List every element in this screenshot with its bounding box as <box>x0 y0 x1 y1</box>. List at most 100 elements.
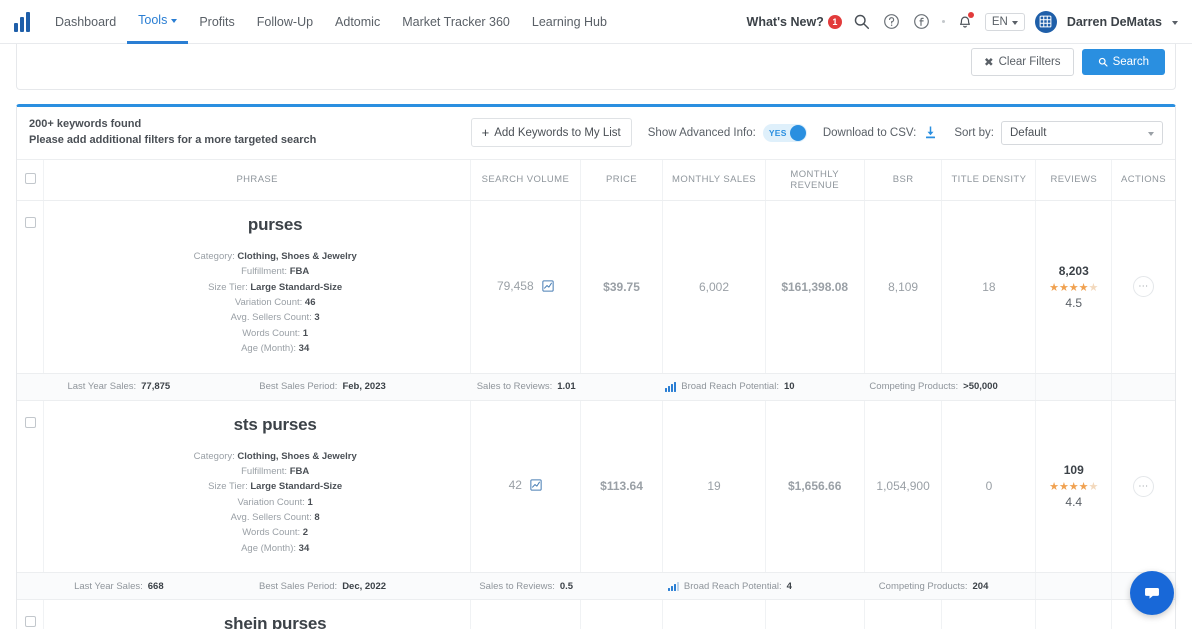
header-title-density[interactable]: TITLE DENSITY <box>942 160 1036 201</box>
monthly-sales-cell: 19 <box>663 400 765 573</box>
meta-value-category: Clothing, Shoes & Jewelry <box>237 251 356 262</box>
bar-chart-icon <box>665 382 676 392</box>
row-select-cell <box>17 400 44 573</box>
header-reviews[interactable]: REVIEWS <box>1036 160 1112 201</box>
clear-filters-button[interactable]: ✖ Clear Filters <box>971 48 1074 76</box>
add-keywords-label: Add Keywords to My List <box>494 127 621 139</box>
results-count: 200+ keywords found <box>29 118 141 130</box>
nav-label: Learning Hub <box>532 15 607 29</box>
row-checkbox[interactable] <box>25 417 36 428</box>
trend-chart-icon[interactable] <box>530 479 542 494</box>
row-actions-button[interactable]: ⋯ <box>1133 476 1154 497</box>
meta-value-avg-sellers: 8 <box>314 512 319 523</box>
meta-value-size-tier: Large Standard-Size <box>250 282 342 293</box>
subrow-spacer <box>1112 373 1175 400</box>
monthly-revenue-cell: $161,398.08 <box>765 200 864 373</box>
header-bsr[interactable]: BSR <box>864 160 942 201</box>
select-all-header <box>17 160 44 201</box>
meta-value-fulfillment: FBA <box>290 266 310 277</box>
subrow-label: Broad Reach Potential: <box>681 381 779 392</box>
whats-new-label: What's New? <box>747 15 824 29</box>
help-icon[interactable] <box>882 12 902 32</box>
reviews-cell: 109 ★★★★★ 4.4 <box>1036 400 1112 573</box>
nav-label: Market Tracker 360 <box>402 15 510 29</box>
subrow-label: Sales to Reviews: <box>479 581 555 592</box>
select-all-checkbox[interactable] <box>25 173 36 184</box>
nav-item-follow-up[interactable]: Follow-Up <box>246 0 324 44</box>
add-keywords-button[interactable]: + Add Keywords to My List <box>471 118 632 147</box>
search-icon <box>1098 57 1108 67</box>
meta-label-fulfillment: Fulfillment: <box>241 266 287 277</box>
search-volume-cell: 42 <box>471 400 580 573</box>
nav-item-learning-hub[interactable]: Learning Hub <box>521 0 618 44</box>
nav-item-tools[interactable]: Tools <box>127 0 188 44</box>
facebook-icon[interactable] <box>912 12 932 32</box>
results-panel: 200+ keywords found Please add additiona… <box>16 104 1176 629</box>
row-checkbox[interactable] <box>25 616 36 627</box>
monthly-revenue-cell: $76,561.21 <box>765 600 864 629</box>
nav-item-profits[interactable]: Profits <box>188 0 245 44</box>
meta-label-age: Age (Month): <box>241 343 296 354</box>
rating-stars: ★★★★★ <box>1037 480 1110 493</box>
actions-cell: ⋯ <box>1112 200 1175 373</box>
nav-label: Follow-Up <box>257 15 313 29</box>
nav-item-dashboard[interactable]: Dashboard <box>44 0 127 44</box>
notification-dot <box>968 12 974 18</box>
sort-select[interactable]: Default <box>1001 121 1163 145</box>
meta-label-avg-sellers: Avg. Sellers Count: <box>231 512 312 523</box>
search-volume-cell: 79,458 <box>471 200 580 373</box>
header-monthly-revenue[interactable]: MONTHLY REVENUE <box>765 160 864 201</box>
results-hint: Please add additional filters for a more… <box>29 134 316 146</box>
nav-item-market-tracker-360[interactable]: Market Tracker 360 <box>391 0 521 44</box>
search-button[interactable]: Search <box>1082 49 1165 75</box>
bsr-cell: 8,109 <box>864 200 942 373</box>
header-monthly-sales[interactable]: MONTHLY SALES <box>663 160 765 201</box>
phrase-cell: purses Category: Clothing, Shoes & Jewel… <box>44 200 471 373</box>
broad-reach-value: 4 <box>787 581 792 592</box>
user-menu-button[interactable]: Darren DeMatas <box>1067 15 1162 29</box>
subrow-label: Last Year Sales: <box>74 581 143 592</box>
advanced-info-toggle[interactable]: YES <box>763 124 807 142</box>
chevron-down-icon[interactable] <box>1172 21 1178 25</box>
header-price[interactable]: PRICE <box>580 160 663 201</box>
meta-value-fulfillment: FBA <box>290 466 310 477</box>
competing-products-metric: Competing Products:204 <box>832 581 1036 592</box>
competing-products-value: 204 <box>973 581 989 592</box>
nav-item-adtomic[interactable]: Adtomic <box>324 0 391 44</box>
bar-chart-logo-icon[interactable] <box>0 12 44 32</box>
row-actions-button[interactable]: ⋯ <box>1133 276 1154 297</box>
table-subrow: Last Year Sales:668 Best Sales Period:De… <box>17 573 1175 600</box>
avatar[interactable] <box>1035 11 1057 33</box>
notification-bell-icon[interactable] <box>955 12 975 32</box>
keyword-title[interactable]: sts purses <box>80 415 470 435</box>
search-icon[interactable] <box>852 12 872 32</box>
trend-chart-icon[interactable] <box>542 280 554 295</box>
sort-by-label: Sort by: <box>954 127 994 139</box>
results-summary: 200+ keywords found Please add additiona… <box>29 117 316 149</box>
subrow-label: Last Year Sales: <box>67 381 136 392</box>
language-selector[interactable]: EN <box>985 13 1025 31</box>
header-phrase[interactable]: PHRASE <box>44 160 471 201</box>
monthly-revenue-cell: $1,656.66 <box>765 400 864 573</box>
meta-label-category: Category: <box>194 451 235 462</box>
meta-label-variation-count: Variation Count: <box>235 297 302 308</box>
reviews-count: 109 <box>1037 463 1110 477</box>
subrow-spacer <box>1036 373 1112 400</box>
header-search-volume[interactable]: SEARCH VOLUME <box>471 160 580 201</box>
keyword-title[interactable]: purses <box>80 215 470 235</box>
keyword-metadata: Category: Clothing, Shoes & Jewelry Fulf… <box>80 249 470 357</box>
keyword-title[interactable]: shein purses <box>80 614 470 629</box>
subrow-label: Best Sales Period: <box>259 581 337 592</box>
row-checkbox[interactable] <box>25 217 36 228</box>
meta-label-fulfillment: Fulfillment: <box>241 466 287 477</box>
nav-label: Adtomic <box>335 15 380 29</box>
row-select-cell <box>17 200 44 373</box>
whats-new-button[interactable]: What's New?1 <box>747 15 842 29</box>
price-cell: $54.62 <box>580 600 663 629</box>
sales-to-reviews-value: 1.01 <box>557 381 576 392</box>
meta-value-avg-sellers: 3 <box>314 312 319 323</box>
download-icon[interactable] <box>923 125 938 140</box>
language-value: EN <box>992 16 1008 28</box>
last-year-sales-value: 668 <box>148 581 164 592</box>
chat-widget-button[interactable] <box>1130 571 1174 615</box>
